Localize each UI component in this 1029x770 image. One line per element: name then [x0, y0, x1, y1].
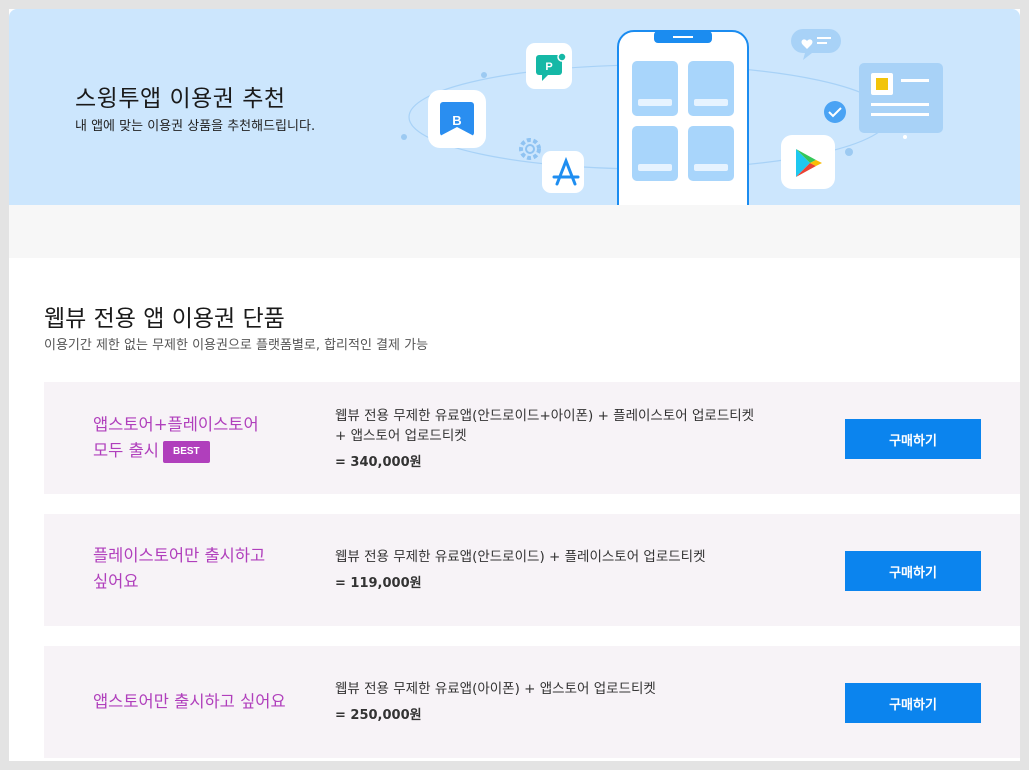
phone-illustration — [617, 30, 749, 205]
plan-price: = 119,000원 — [335, 576, 422, 591]
plan-price: = 340,000원 — [335, 455, 422, 470]
plan-name-line2: 싶어요 — [93, 572, 139, 591]
plan-name: 플레이스토어만 출시하고 싶어요 — [93, 543, 303, 595]
p-chat-icon: P — [526, 43, 572, 89]
google-play-icon — [781, 135, 835, 189]
plan-description: 웹뷰 전용 무제한 유료앱(안드로이드+아이폰) + 플레이스토어 업로드티켓 … — [335, 406, 825, 446]
plan-name: 앱스토어+플레이스토어 모두 출시 BEST — [93, 412, 303, 464]
checkmark-icon — [824, 101, 846, 123]
section-divider — [9, 205, 1020, 258]
gear-icon — [519, 138, 541, 160]
section-title: 웹뷰 전용 앱 이용권 단품 — [44, 306, 285, 332]
document-card-icon — [859, 63, 943, 133]
plan-desc-line1: 웹뷰 전용 무제한 유료앱(안드로이드) + 플레이스토어 업로드티켓 — [335, 549, 706, 565]
banner-illustration: B P — [401, 29, 943, 205]
b-icon-label: B — [452, 113, 461, 128]
p-icon-label: P — [545, 61, 552, 73]
plan-price: = 250,000원 — [335, 708, 422, 723]
buy-button[interactable]: 구매하기 — [845, 419, 981, 459]
plan-description: 웹뷰 전용 무제한 유료앱(아이폰) + 앱스토어 업로드티켓 — [335, 679, 825, 699]
best-badge: BEST — [162, 440, 210, 463]
section-subtitle: 이용기간 제한 없는 무제한 이용권으로 플랫폼별로, 합리적인 결제 가능 — [44, 338, 429, 353]
plan-card: 앱스토어만 출시하고 싶어요 웹뷰 전용 무제한 유료앱(아이폰) + 앱스토어… — [44, 646, 1020, 758]
plan-card: 플레이스토어만 출시하고 싶어요 웹뷰 전용 무제한 유료앱(안드로이드) + … — [44, 514, 1020, 626]
plan-desc-line1: 웹뷰 전용 무제한 유료앱(안드로이드+아이폰) + 플레이스토어 업로드티켓 — [335, 408, 755, 424]
plan-desc-line1: 웹뷰 전용 무제한 유료앱(아이폰) + 앱스토어 업로드티켓 — [335, 681, 656, 697]
buy-button[interactable]: 구매하기 — [845, 683, 981, 723]
heart-bubble-icon — [791, 29, 841, 60]
b-app-icon: B — [428, 90, 486, 148]
plan-name-line1: 앱스토어+플레이스토어 — [93, 415, 259, 434]
plan-name-line2-row: 모두 출시 BEST — [93, 438, 303, 464]
page-frame: 스윙투앱 이용권 추천 내 앱에 맞는 이용권 상품을 추천해드립니다. B P… — [9, 9, 1020, 761]
hero-banner: 스윙투앱 이용권 추천 내 앱에 맞는 이용권 상품을 추천해드립니다. B P — [9, 9, 1020, 205]
plan-card: 앱스토어+플레이스토어 모두 출시 BEST 웹뷰 전용 무제한 유료앱(안드로이… — [44, 382, 1020, 494]
plan-name-line2: 모두 출시 — [93, 441, 159, 460]
buy-button[interactable]: 구매하기 — [845, 551, 981, 591]
plan-desc-line2: + 앱스토어 업로드티켓 — [335, 428, 467, 444]
plan-description: 웹뷰 전용 무제한 유료앱(안드로이드) + 플레이스토어 업로드티켓 — [335, 547, 825, 567]
plan-name: 앱스토어만 출시하고 싶어요 — [93, 689, 333, 715]
plan-name-line1: 앱스토어만 출시하고 싶어요 — [93, 692, 286, 711]
app-store-icon — [542, 151, 584, 193]
plan-name-line1: 플레이스토어만 출시하고 — [93, 546, 266, 565]
